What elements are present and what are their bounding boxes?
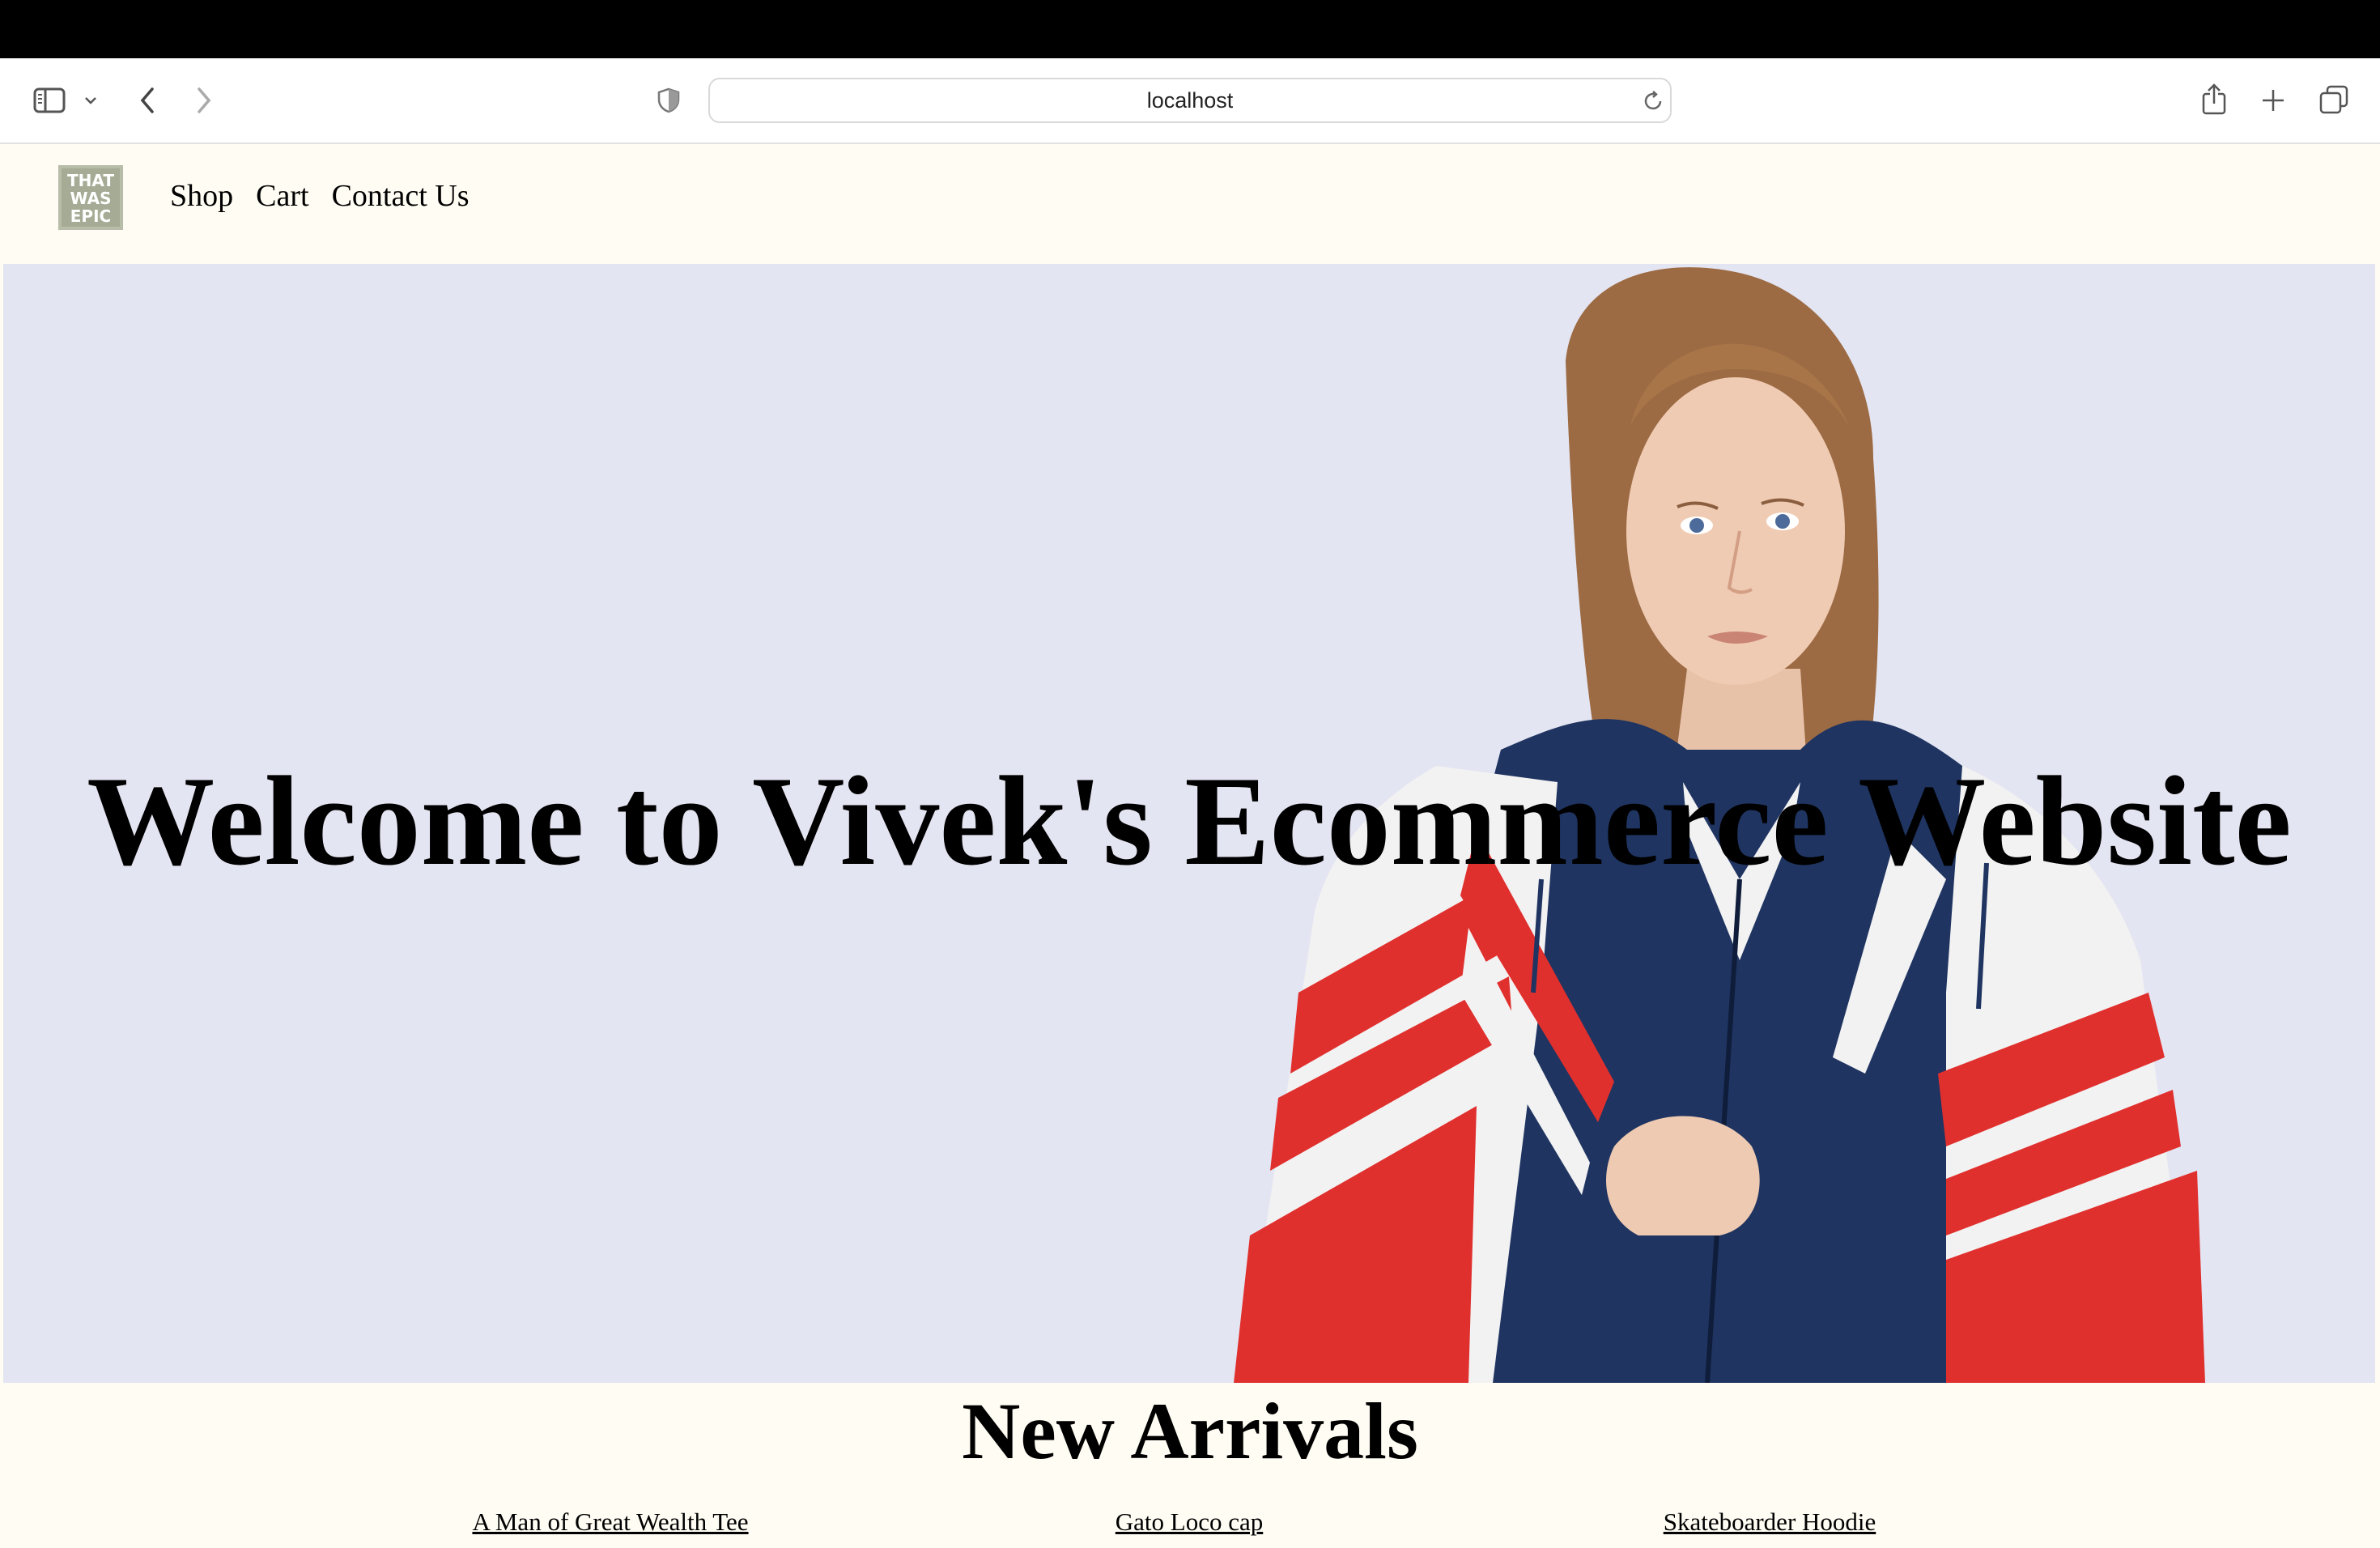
browser-toolbar: localhost xyxy=(0,58,2380,144)
hero-title: Welcome to Vivek's Ecommerce Website xyxy=(87,751,2292,892)
logo-text-line-3: EPIC xyxy=(70,206,111,226)
nav-cart-link[interactable]: Cart xyxy=(256,178,308,214)
logo-text-line-2: WAS xyxy=(70,189,111,208)
new-tab-icon[interactable] xyxy=(2257,84,2289,117)
site-logo[interactable]: THAT WAS EPIC xyxy=(58,165,123,230)
address-bar[interactable]: localhost xyxy=(708,78,1672,123)
main-nav: Shop Cart Contact Us xyxy=(170,178,470,214)
shield-icon[interactable] xyxy=(654,86,683,115)
product-list: A Man of Great Wealth Tee Gato Loco cap … xyxy=(0,1508,2380,1540)
share-icon[interactable] xyxy=(2198,79,2230,118)
chevron-down-icon[interactable] xyxy=(81,91,100,110)
new-arrivals-title: New Arrivals xyxy=(962,1386,1418,1476)
site-header: THAT WAS EPIC Shop Cart Contact Us xyxy=(0,146,2380,263)
sidebar-toggle-icon[interactable] xyxy=(31,84,68,117)
product-link-cap[interactable]: Gato Loco cap xyxy=(1116,1508,1263,1537)
logo-text-line-1: THAT xyxy=(67,171,114,190)
reload-icon[interactable] xyxy=(1641,89,1665,113)
hero-banner: Welcome to Vivek's Ecommerce Website xyxy=(3,264,2375,1383)
back-arrow-icon[interactable] xyxy=(134,84,160,117)
os-menu-bar xyxy=(0,0,2380,58)
nav-shop-link[interactable]: Shop xyxy=(170,178,233,214)
nav-contact-link[interactable]: Contact Us xyxy=(332,178,470,214)
product-link-hoodie[interactable]: Skateboarder Hoodie xyxy=(1664,1508,1876,1537)
tab-overview-icon[interactable] xyxy=(2317,83,2351,117)
forward-arrow-icon[interactable] xyxy=(191,84,217,117)
address-text: localhost xyxy=(1146,88,1234,113)
product-link-tee[interactable]: A Man of Great Wealth Tee xyxy=(472,1508,748,1537)
